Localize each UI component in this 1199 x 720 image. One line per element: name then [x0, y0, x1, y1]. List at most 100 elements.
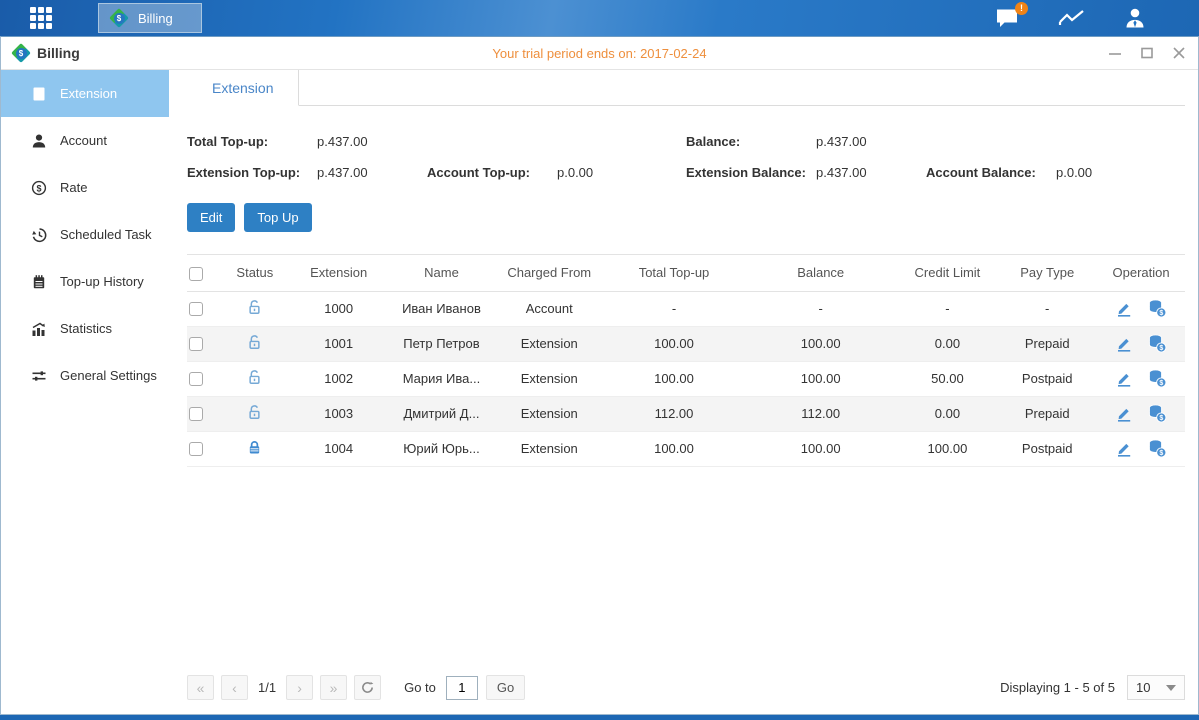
cell-charged-from: Extension [494, 361, 604, 396]
row-checkbox[interactable] [189, 407, 203, 421]
close-icon[interactable] [1172, 46, 1186, 60]
first-page-button[interactable]: « [187, 675, 214, 700]
sidebar-item-label: Top-up History [60, 274, 144, 289]
messages-icon[interactable]: ! [995, 8, 1020, 29]
sidebar-item-label: General Settings [60, 368, 157, 383]
cell-extension: 1000 [289, 291, 389, 326]
sidebar-item-label: Extension [60, 86, 117, 101]
row-checkbox[interactable] [189, 442, 203, 456]
dollar-circle-icon: $ [31, 180, 47, 196]
row-checkbox[interactable] [189, 302, 203, 316]
main-content: Extension Total Top-up: p.437.00 Extensi… [169, 70, 1198, 714]
edit-row-icon[interactable] [1115, 405, 1133, 423]
sidebar-item-label: Statistics [60, 321, 112, 336]
row-checkbox[interactable] [189, 372, 203, 386]
col-charged-from: Charged From [494, 255, 604, 292]
maximize-icon[interactable] [1140, 46, 1154, 60]
account-topup-label: Account Top-up: [427, 165, 557, 180]
sidebar-item-rate[interactable]: $ Rate [1, 164, 169, 211]
prev-page-button[interactable]: ‹ [221, 675, 248, 700]
select-all-checkbox[interactable] [189, 267, 203, 281]
trial-notice: Your trial period ends on: 2017-02-24 [1, 46, 1198, 61]
svg-text:$: $ [1159, 450, 1163, 457]
svg-text:$: $ [1159, 310, 1163, 317]
cell-extension: 1004 [289, 431, 389, 466]
edit-row-icon[interactable] [1115, 300, 1133, 318]
minimize-icon[interactable] [1108, 46, 1122, 60]
goto-page-input[interactable] [446, 676, 478, 700]
top-up-icon: $ [1147, 299, 1167, 318]
edit-row-icon[interactable] [1115, 440, 1133, 458]
cell-balance: 100.00 [744, 361, 898, 396]
col-pay-type: Pay Type [997, 255, 1097, 292]
user-account-icon[interactable] [1123, 7, 1147, 29]
top-up-button[interactable]: Top Up [244, 203, 311, 232]
cell-name: Юрий Юрь... [389, 431, 495, 466]
edit-row-icon[interactable] [1115, 370, 1133, 388]
top-up-icon: $ [1147, 369, 1167, 388]
col-credit-limit: Credit Limit [898, 255, 998, 292]
notebook-icon [31, 274, 47, 290]
sidebar-item-scheduled-task[interactable]: Scheduled Task [1, 211, 169, 258]
cell-extension: 1003 [289, 396, 389, 431]
edit-button[interactable]: Edit [187, 203, 235, 232]
top-up-row-icon[interactable]: $ [1147, 334, 1167, 353]
total-topup-label: Total Top-up: [187, 134, 317, 149]
top-up-icon: $ [1147, 334, 1167, 353]
top-up-row-icon[interactable]: $ [1147, 299, 1167, 318]
table-row: 1001Петр ПетровExtension100.00100.000.00… [187, 326, 1185, 361]
sidebar-item-extension[interactable]: Extension [1, 70, 169, 117]
cell-pay-type: Prepaid [997, 396, 1097, 431]
top-up-row-icon[interactable]: $ [1147, 404, 1167, 423]
taskbar-tab-billing[interactable]: $ Billing [98, 3, 202, 33]
cell-name: Мария Ива... [389, 361, 495, 396]
cell-name: Петр Петров [389, 326, 495, 361]
cell-balance: 100.00 [744, 326, 898, 361]
reports-chart-icon[interactable] [1058, 8, 1085, 28]
sidebar-item-general-settings[interactable]: General Settings [1, 352, 169, 399]
next-page-button[interactable]: › [286, 675, 313, 700]
edit-row-icon[interactable] [1115, 335, 1133, 353]
unlocked-icon [246, 404, 263, 421]
tab-extension[interactable]: Extension [187, 70, 299, 106]
cell-credit-limit: 0.00 [898, 396, 998, 431]
status-unlocked-icon [246, 334, 263, 351]
go-button[interactable]: Go [486, 675, 525, 700]
svg-text:$: $ [36, 183, 41, 193]
svg-text:$: $ [1159, 415, 1163, 422]
page-size-select[interactable]: 10 [1127, 675, 1185, 700]
col-total-topup: Total Top-up [604, 255, 744, 292]
unlocked-icon [246, 369, 263, 386]
cell-name: Иван Иванов [389, 291, 495, 326]
table-row: 1004Юрий Юрь...Extension100.00100.00100.… [187, 431, 1185, 466]
sidebar-item-topup-history[interactable]: Top-up History [1, 258, 169, 305]
row-checkbox[interactable] [189, 337, 203, 351]
desktop-topbar: $ Billing ! [0, 0, 1199, 36]
top-up-row-icon[interactable]: $ [1147, 439, 1167, 458]
top-up-row-icon[interactable]: $ [1147, 369, 1167, 388]
col-operation: Operation [1097, 255, 1185, 292]
table-row: 1003Дмитрий Д...Extension112.00112.000.0… [187, 396, 1185, 431]
app-launcher-icon[interactable] [30, 7, 52, 29]
cell-total-topup: 100.00 [604, 361, 744, 396]
cell-balance: - [744, 291, 898, 326]
sidebar-item-account[interactable]: Account [1, 117, 169, 164]
locked-icon [246, 439, 263, 456]
balance-value: p.437.00 [816, 134, 926, 149]
top-up-icon: $ [1147, 404, 1167, 423]
sidebar-item-statistics[interactable]: Statistics [1, 305, 169, 352]
displaying-info: Displaying 1 - 5 of 5 [1000, 680, 1115, 695]
last-page-button[interactable]: » [320, 675, 347, 700]
window-title: Billing [37, 45, 80, 61]
sidebar: Extension Account $ Rate [1, 70, 169, 714]
sliders-icon [31, 368, 47, 384]
status-unlocked-icon [246, 299, 263, 316]
col-balance: Balance [744, 255, 898, 292]
refresh-button[interactable] [354, 675, 381, 700]
cell-total-topup: - [604, 291, 744, 326]
cell-extension: 1001 [289, 326, 389, 361]
goto-label: Go to [404, 680, 436, 695]
table-body: 1000Иван ИвановAccount----$1001Петр Петр… [187, 291, 1185, 466]
status-unlocked-icon [246, 404, 263, 421]
col-name: Name [389, 255, 495, 292]
